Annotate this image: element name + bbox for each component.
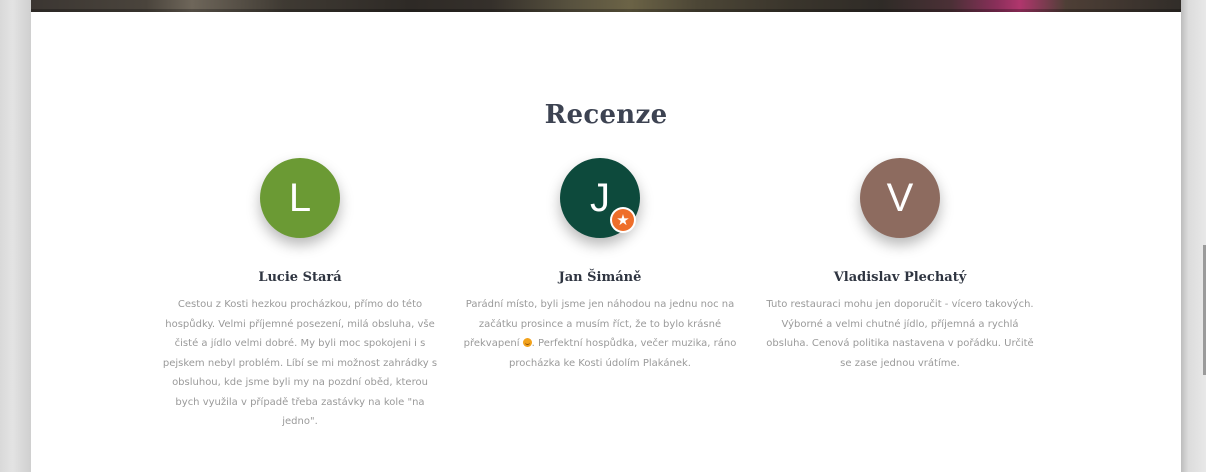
avatar: V <box>860 158 940 238</box>
reviewer-name: Vladislav Plechatý <box>833 270 967 285</box>
review-text: Parádní místo, byli jsme jen náhodou na … <box>455 295 745 373</box>
page-background-left <box>0 0 31 472</box>
review-text: Tuto restauraci mohu jen doporučit - víc… <box>766 299 1034 369</box>
smiling-face-emoji-icon <box>522 338 532 347</box>
star-icon: ★ <box>612 209 634 231</box>
avatar: J ★ <box>560 158 640 238</box>
avatar-initial: V <box>886 176 914 220</box>
page-background-right <box>1181 0 1206 472</box>
reviews-section: Recenze L Lucie Stará Cestou z Kosti hez… <box>31 0 1181 472</box>
review-text: Cestou z Kosti hezkou procházkou, přímo … <box>162 299 438 427</box>
avatar: L <box>260 158 340 238</box>
avatar-initial: L <box>288 176 312 220</box>
local-guide-star-icon: ★ <box>610 207 636 233</box>
review-card: V Vladislav Plechatý Tuto restauraci moh… <box>755 158 1045 373</box>
reviewer-name: Lucie Stará <box>258 270 342 285</box>
avatar-initial: J <box>590 176 610 220</box>
hero-image-bottom-edge <box>31 0 1181 12</box>
page: Recenze L Lucie Stará Cestou z Kosti hez… <box>0 0 1206 472</box>
reviews-title: Recenze <box>544 100 668 130</box>
review-card: J ★ Jan Šimáně Parádní místo, byli jsme … <box>455 158 745 373</box>
reviewer-name: Jan Šimáně <box>558 270 642 285</box>
review-card: L Lucie Stará Cestou z Kosti hezkou proc… <box>155 158 445 432</box>
review-text-part: . Perfektní hospůdka, večer muzika, ráno… <box>509 338 737 369</box>
